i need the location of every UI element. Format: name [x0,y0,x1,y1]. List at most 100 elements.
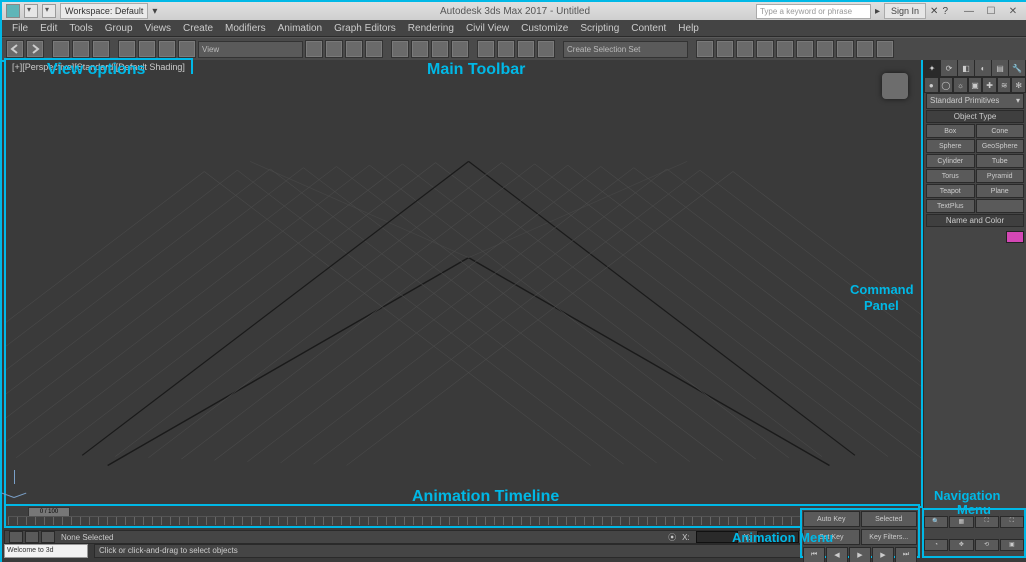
app-icon[interactable] [6,4,20,18]
quick-access-dropdown[interactable] [24,4,38,18]
hierarchy-tab[interactable]: ◧ [958,60,975,76]
play-button[interactable]: ▶ [849,547,871,562]
unlink-button[interactable] [72,40,90,58]
key-filters-button[interactable]: Key Filters... [861,529,918,545]
helpers-category[interactable]: ✚ [982,77,997,93]
isolate-button[interactable] [25,531,39,543]
anim-playback-icon[interactable]: ⦿ [668,532,676,543]
align-button[interactable] [716,40,734,58]
primitive-tube[interactable]: Tube [976,154,1025,168]
menu-file[interactable]: File [12,23,28,34]
select-object-button[interactable] [118,40,136,58]
help-search-input[interactable]: Type a keyword or phrase [756,4,871,19]
schematic-button[interactable] [796,40,814,58]
link-button[interactable] [52,40,70,58]
selection-filter-dropdown[interactable]: View [198,41,303,58]
name-color-rollout[interactable]: Name and Color [926,214,1024,227]
geometry-category[interactable]: ● [924,77,939,93]
menu-tools[interactable]: Tools [69,23,92,34]
select-manip-button[interactable] [431,40,449,58]
primitive-cylinder[interactable]: Cylinder [926,154,975,168]
primitive-sphere[interactable]: Sphere [926,139,975,153]
menu-content[interactable]: Content [631,23,666,34]
redo-button[interactable] [26,40,44,58]
auto-key-button[interactable]: Auto Key [803,511,860,527]
menu-civil-view[interactable]: Civil View [466,23,509,34]
goto-end-button[interactable]: ⏭ [895,547,917,562]
ribbon-button[interactable] [756,40,774,58]
select-move-button[interactable] [305,40,323,58]
undo-button[interactable] [6,40,24,58]
lock-selection-button[interactable] [9,531,23,543]
primitive-geosphere[interactable]: GeoSphere [976,139,1025,153]
snap-toggle-button[interactable] [477,40,495,58]
menu-animation[interactable]: Animation [278,23,322,34]
goto-start-button[interactable]: ⏮ [803,547,825,562]
motion-tab[interactable]: ◐ [975,60,992,76]
primitive-torus[interactable]: Torus [926,169,975,183]
menu-help[interactable]: Help [678,23,699,34]
material-editor-button[interactable] [816,40,834,58]
zoom-button[interactable]: 🔍 [924,516,948,528]
zoom-extents-button[interactable]: ⛶ [975,516,999,528]
workspace-selector[interactable]: Workspace: Default [60,3,148,19]
select-place-button[interactable] [365,40,383,58]
utilities-tab[interactable]: 🔧 [1009,60,1026,76]
select-rotate-button[interactable] [325,40,343,58]
primitive-box[interactable]: Box [926,124,975,138]
select-region-button[interactable] [158,40,176,58]
angle-snap-button[interactable] [497,40,515,58]
create-tab[interactable]: ✦ [924,60,941,76]
object-type-rollout[interactable]: Object Type [926,110,1024,123]
animation-timeline[interactable]: 0 / 100 [4,504,920,528]
render-button[interactable] [876,40,894,58]
exchange-icon[interactable]: ✕ [930,6,938,17]
keyboard-shortcut-button[interactable] [451,40,469,58]
window-crossing-button[interactable] [178,40,196,58]
menu-group[interactable]: Group [105,23,133,34]
pan-button[interactable]: ✥ [949,539,973,551]
primitive-cone[interactable]: Cone [976,124,1025,138]
use-pivot-button[interactable] [411,40,429,58]
menu-edit[interactable]: Edit [40,23,57,34]
help-icon[interactable]: ? [942,6,948,17]
object-color-swatch[interactable] [1006,231,1024,243]
prev-frame-button[interactable]: ◀ [826,547,848,562]
perspective-viewport[interactable] [6,60,921,506]
zoom-all-button[interactable]: ▦ [949,516,973,528]
next-frame-button[interactable]: ▶ [872,547,894,562]
menu-modifiers[interactable]: Modifiers [225,23,266,34]
space-warps-category[interactable]: ≋ [997,77,1012,93]
primitive-plane[interactable]: Plane [976,184,1025,198]
lights-category[interactable]: ☼ [953,77,968,93]
minimize-button[interactable]: — [958,4,980,19]
menu-views[interactable]: Views [145,23,172,34]
display-tab[interactable]: ▤ [992,60,1009,76]
menu-scripting[interactable]: Scripting [580,23,619,34]
render-setup-button[interactable] [836,40,854,58]
maxmin-viewport-button[interactable]: ▣ [1000,539,1024,551]
selection-lock-button[interactable] [41,531,55,543]
quick-access-dropdown-2[interactable] [42,4,56,18]
fov-button[interactable]: ◔ [924,539,948,551]
menu-create[interactable]: Create [183,23,213,34]
layer-button[interactable] [736,40,754,58]
spinner-snap-button[interactable] [537,40,555,58]
primitive-pyramid[interactable]: Pyramid [976,169,1025,183]
named-selection-dropdown[interactable]: Create Selection Set [563,41,688,58]
sign-in-button[interactable]: Sign In [884,3,926,19]
primitive-textplus[interactable]: TextPlus [926,199,975,213]
selected-button[interactable]: Selected [861,511,918,527]
menu-customize[interactable]: Customize [521,23,568,34]
close-button[interactable]: ✕ [1002,4,1024,19]
orbit-button[interactable]: ⟲ [975,539,999,551]
menu-rendering[interactable]: Rendering [408,23,454,34]
render-frame-button[interactable] [856,40,874,58]
infocenter-icon[interactable]: ▸ [875,6,880,17]
maxscript-mini-listener[interactable]: Welcome to 3d [4,544,88,558]
primitive-teapot[interactable]: Teapot [926,184,975,198]
viewcube[interactable] [875,66,915,106]
ref-coord-button[interactable] [391,40,409,58]
cameras-category[interactable]: ▣ [968,77,983,93]
maximize-button[interactable]: ☐ [980,4,1002,19]
